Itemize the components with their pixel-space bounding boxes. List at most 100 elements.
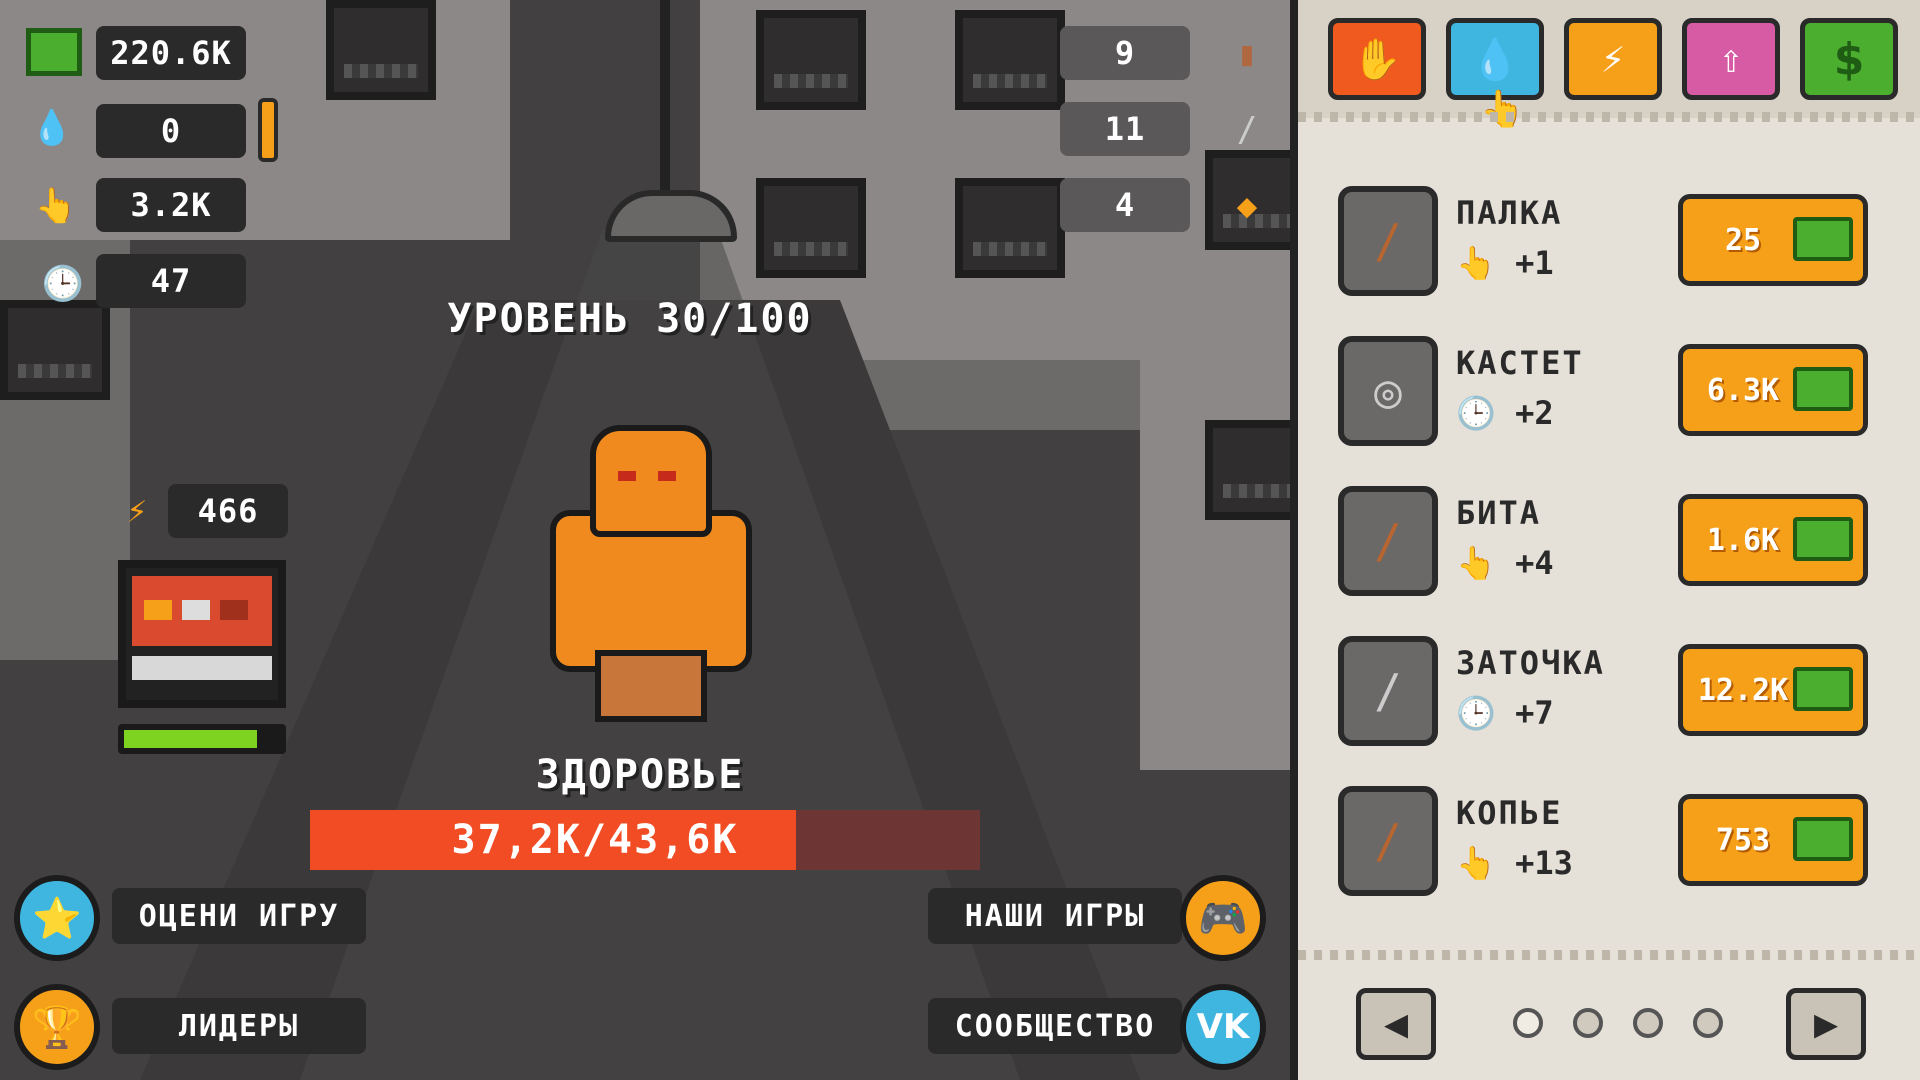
tab-lightning-icon[interactable]: ⚡ — [1564, 18, 1662, 100]
tap-power-counter: 3.2K — [96, 178, 246, 232]
divider — [1298, 112, 1920, 122]
shop-item: / БИТА 👆 +4 1.6K — [1338, 486, 1878, 606]
street-lamp — [605, 190, 737, 242]
tab-dollar-icon[interactable]: $ — [1800, 18, 1898, 100]
gem-icon: ◆ — [1236, 186, 1258, 226]
cash-icon — [26, 28, 82, 76]
our-games-button[interactable]: НАШИ ИГРЫ — [928, 888, 1182, 944]
generator[interactable] — [118, 560, 286, 708]
rate-star-icon[interactable]: ⭐ — [14, 875, 100, 961]
item-bonus: 🕒 +7 — [1456, 694, 1554, 732]
cash-icon — [1793, 367, 1853, 411]
shiv-icon: / — [1338, 636, 1438, 746]
buy-button[interactable]: 753 — [1678, 794, 1868, 886]
window — [756, 178, 866, 278]
counter-2: 11 — [1060, 102, 1190, 156]
price: 25 — [1724, 222, 1762, 258]
tap-hand-icon: 👆 — [1456, 844, 1496, 882]
page-dot[interactable] — [1633, 1008, 1663, 1038]
energy-counter: 466 — [168, 484, 288, 538]
lamp-pole — [660, 0, 670, 195]
shop-item: / КОПЬЕ 👆 +13 753 — [1338, 786, 1878, 906]
enemy-eye — [618, 471, 636, 481]
lightning-icon: ⚡ — [126, 491, 148, 531]
buy-button[interactable]: 12.2K — [1678, 644, 1868, 736]
enemy-character[interactable] — [545, 425, 752, 722]
next-page-arrow-icon[interactable]: ▶ — [1786, 988, 1866, 1060]
bonus-capsule-icon[interactable] — [258, 98, 278, 162]
tap-hand-icon: 👆 — [1456, 544, 1496, 582]
counter-3: 4 — [1060, 178, 1190, 232]
page-dot-active[interactable] — [1513, 1008, 1543, 1038]
price: 753 — [1715, 822, 1771, 858]
health-bar: 37,2К/43,6К — [310, 810, 980, 870]
window — [756, 10, 866, 110]
item-bonus: 🕒 +2 — [1456, 394, 1554, 432]
energy-bar-fill — [124, 730, 257, 748]
item-name: ПАЛКА — [1456, 194, 1563, 232]
counter-1: 9 — [1060, 26, 1190, 80]
spear-icon: / — [1338, 786, 1438, 896]
auto-tap-clock-icon: 🕒 — [1456, 394, 1496, 432]
trophy-icon[interactable]: 🏆 — [14, 984, 100, 1070]
leaders-button[interactable]: ЛИДЕРЫ — [112, 998, 366, 1054]
buy-button[interactable]: 6.3K — [1678, 344, 1868, 436]
shop-panel: ✋ 💧 ⚡ ⇧ $ 👆 / ПАЛКА 👆 +1 25 ◎ КАСТЕТ 🕒 +… — [1290, 0, 1920, 1080]
bonus-value: +2 — [1515, 394, 1554, 432]
gamepad-icon[interactable]: 🎮 — [1180, 875, 1266, 961]
brass-knuckles-icon: ◎ — [1338, 336, 1438, 446]
tap-hand-icon: 👆 — [34, 186, 78, 226]
buy-button[interactable]: 1.6K — [1678, 494, 1868, 586]
item-name: БИТА — [1456, 494, 1542, 532]
mug-icon: ▮ — [1236, 34, 1258, 74]
bonus-value: +7 — [1515, 694, 1554, 732]
price: 6.3K — [1706, 372, 1780, 408]
generator-light — [220, 600, 248, 620]
health-text: 37,2К/43,6К — [451, 817, 739, 863]
buy-button[interactable]: 25 — [1678, 194, 1868, 286]
shop-item: ◎ КАСТЕТ 🕒 +2 6.3K — [1338, 336, 1878, 456]
enemy-eye — [658, 471, 676, 481]
generator-light — [144, 600, 172, 620]
drops-counter: 0 — [96, 104, 246, 158]
item-name: ЗАТОЧКА — [1456, 644, 1605, 682]
community-button[interactable]: СООБЩЕСТВО — [928, 998, 1182, 1054]
level-indicator: УРОВЕНЬ 30/100 — [447, 296, 813, 342]
energy-bar — [118, 724, 286, 754]
health-title: ЗДОРОВЬЕ — [535, 752, 745, 798]
price: 1.6K — [1706, 522, 1780, 558]
cash-icon — [1793, 517, 1853, 561]
divider — [1298, 950, 1920, 960]
auto-tap-clock-icon: 🕒 — [41, 264, 85, 304]
rate-game-button[interactable]: ОЦЕНИ ИГРУ — [112, 888, 366, 944]
tab-hand-icon[interactable]: ✋ — [1328, 18, 1426, 100]
enemy-legs — [595, 650, 707, 722]
window — [1205, 420, 1290, 520]
window — [955, 10, 1065, 110]
generator-base — [132, 656, 272, 680]
vk-icon[interactable]: VK — [1180, 984, 1266, 1070]
auto-tap-clock-icon: 🕒 — [1456, 694, 1496, 732]
page-dot[interactable] — [1693, 1008, 1723, 1038]
bonus-value: +13 — [1515, 844, 1573, 882]
page-dot[interactable] — [1573, 1008, 1603, 1038]
window — [326, 0, 436, 100]
shop-item: / ПАЛКА 👆 +1 25 — [1338, 186, 1878, 306]
window — [955, 178, 1065, 278]
window — [0, 300, 110, 400]
item-name: КОПЬЕ — [1456, 794, 1563, 832]
shop-item: / ЗАТОЧКА 🕒 +7 12.2K — [1338, 636, 1878, 756]
pointer-hand-icon: 👆 — [1480, 89, 1525, 130]
cash-icon — [1793, 817, 1853, 861]
tab-upgrade-arrow-icon[interactable]: ⇧ — [1682, 18, 1780, 100]
prev-page-arrow-icon[interactable]: ◀ — [1356, 988, 1436, 1060]
auto-power-counter: 47 — [96, 254, 246, 308]
drop-icon: 💧 — [30, 108, 74, 148]
generator-light — [182, 600, 210, 620]
knife-icon: / — [1236, 110, 1258, 150]
item-name: КАСТЕТ — [1456, 344, 1584, 382]
cash-counter: 220.6K — [96, 26, 246, 80]
cash-icon — [1793, 217, 1853, 261]
cash-icon — [1793, 667, 1853, 711]
stick-icon: / — [1338, 186, 1438, 296]
